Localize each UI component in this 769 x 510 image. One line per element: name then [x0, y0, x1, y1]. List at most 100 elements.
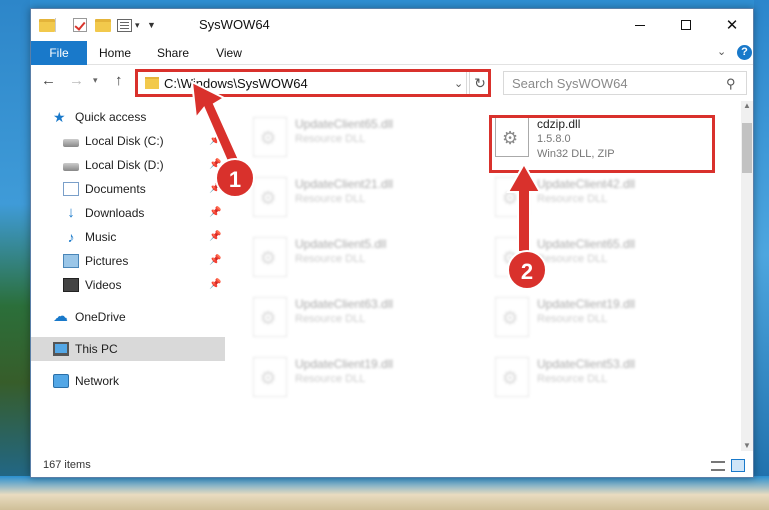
pin-icon[interactable]: 📌: [209, 231, 221, 242]
file-item[interactable]: UpdateClient19.dll Resource DLL: [249, 351, 469, 403]
customize-toolbar-icon[interactable]: [117, 17, 132, 33]
file-item[interactable]: UpdateClient42.dll Resource DLL: [491, 171, 711, 223]
cdzip-highlight: [489, 115, 715, 173]
expand-ribbon-chevron-icon[interactable]: ⌄: [717, 45, 726, 58]
file-item[interactable]: UpdateClient19.dll Resource DLL: [491, 291, 711, 343]
dll-file-icon: [495, 297, 529, 337]
file-item[interactable]: UpdateClient63.dll Resource DLL: [249, 291, 469, 343]
desktop-background-right: [754, 0, 769, 510]
file-name: UpdateClient5.dll: [295, 237, 387, 251]
explorer-window: ▾ ▼ SysWOW64 ✕ File Home Share View ⌄ ? …: [30, 8, 754, 478]
vertical-scrollbar[interactable]: ▲ ▼: [741, 101, 753, 451]
up-arrow-icon[interactable]: ↑: [115, 72, 123, 89]
scroll-thumb[interactable]: [742, 123, 752, 173]
dll-file-icon: [495, 177, 529, 217]
nav-item-label: Videos: [85, 278, 122, 292]
nav-item-onedrive[interactable]: ☁ OneDrive: [31, 305, 225, 329]
item-count: 167 items: [43, 459, 91, 471]
music-note-icon: ♪: [67, 229, 75, 245]
file-type: Resource DLL: [295, 193, 366, 205]
folder-icon: [39, 17, 55, 33]
navigation-pane: ★ Quick access Local Disk (C:) 📌 Local D…: [31, 101, 227, 451]
computer-icon: [53, 342, 69, 356]
file-type: Resource DLL: [295, 373, 366, 385]
search-placeholder: Search SysWOW64: [512, 76, 628, 91]
scroll-down-icon[interactable]: ▼: [743, 441, 751, 450]
forward-arrow-icon[interactable]: →: [69, 72, 84, 89]
title-bar: ▾ ▼ SysWOW64 ✕: [31, 9, 753, 41]
file-name: UpdateClient53.dll: [537, 357, 636, 371]
nav-item-quick-access[interactable]: ★ Quick access: [31, 105, 225, 129]
file-item[interactable]: UpdateClient5.dll Resource DLL: [249, 231, 469, 283]
file-item[interactable]: UpdateClient65.dll Resource DLL: [249, 111, 469, 163]
nav-item-documents[interactable]: Documents 📌: [31, 177, 225, 201]
new-folder-icon[interactable]: [95, 17, 111, 33]
ribbon-tabs: File Home Share View ⌄ ?: [31, 41, 753, 65]
nav-item-label: Downloads: [85, 206, 145, 220]
pictures-icon: [63, 254, 79, 268]
nav-item-label: Quick access: [75, 110, 147, 124]
drive-icon: [63, 138, 79, 147]
file-type: Resource DLL: [537, 373, 608, 385]
close-button[interactable]: ✕: [709, 9, 755, 41]
dll-file-icon: [253, 237, 287, 277]
nav-item-local-disk-c[interactable]: Local Disk (C:) 📌: [31, 129, 225, 153]
pin-icon[interactable]: 📌: [209, 207, 221, 218]
file-name: UpdateClient65.dll: [537, 237, 636, 251]
star-icon: ★: [53, 109, 66, 125]
address-bar-highlight: [135, 69, 491, 97]
nav-item-local-disk-d[interactable]: Local Disk (D:) 📌: [31, 153, 225, 177]
status-bar: 167 items: [31, 455, 753, 477]
tab-file[interactable]: File: [31, 41, 87, 65]
dll-file-icon: [495, 357, 529, 397]
file-type: Resource DLL: [537, 193, 608, 205]
nav-item-pictures[interactable]: Pictures 📌: [31, 249, 225, 273]
film-strip-icon: [63, 278, 79, 292]
tab-view[interactable]: View: [207, 41, 251, 65]
minimize-button[interactable]: [617, 9, 663, 41]
back-arrow-icon[interactable]: ←: [41, 72, 56, 89]
file-type: Resource DLL: [295, 253, 366, 265]
address-row: ← → ▾ ↑ C:\Windows\SysWOW64 ⌄ ↻ Search S…: [31, 65, 753, 101]
search-icon[interactable]: ⚲: [726, 76, 736, 92]
step-1-callout: 1: [215, 158, 255, 198]
maximize-button[interactable]: [663, 9, 709, 41]
file-type: Resource DLL: [537, 313, 608, 325]
tab-home[interactable]: Home: [93, 41, 137, 65]
nav-item-label: Local Disk (C:): [85, 134, 164, 148]
nav-item-this-pc[interactable]: This PC: [31, 337, 225, 361]
properties-check-icon[interactable]: [73, 17, 87, 33]
nav-item-videos[interactable]: Videos 📌: [31, 273, 225, 297]
window-title: SysWOW64: [199, 17, 270, 32]
file-list: UpdateClient65.dll Resource DLL cdzip.dl…: [227, 101, 741, 451]
pin-icon[interactable]: 📌: [209, 135, 221, 146]
tab-share[interactable]: Share: [151, 41, 195, 65]
search-input[interactable]: Search SysWOW64 ⚲: [503, 71, 747, 95]
file-name: UpdateClient19.dll: [537, 297, 636, 311]
network-icon: [53, 374, 69, 388]
nav-item-label: This PC: [75, 342, 118, 356]
large-icons-view-icon[interactable]: [731, 459, 745, 472]
nav-item-music[interactable]: ♪ Music 📌: [31, 225, 225, 249]
file-name: UpdateClient19.dll: [295, 357, 394, 371]
dll-file-icon: [253, 297, 287, 337]
details-view-icon[interactable]: [711, 461, 725, 471]
file-name: UpdateClient65.dll: [295, 117, 394, 131]
nav-item-network[interactable]: Network: [31, 369, 225, 393]
cloud-icon: ☁: [53, 308, 68, 325]
file-item[interactable]: UpdateClient21.dll Resource DLL: [249, 171, 469, 223]
dll-file-icon: [253, 117, 287, 157]
toolbar-divider: [55, 18, 56, 32]
nav-item-downloads[interactable]: ↓ Downloads 📌: [31, 201, 225, 225]
pin-icon[interactable]: 📌: [209, 279, 221, 290]
quick-access-dropdown-icon[interactable]: ▾: [135, 17, 140, 33]
recent-locations-dropdown-icon[interactable]: ▾: [93, 75, 98, 86]
file-name: UpdateClient42.dll: [537, 177, 636, 191]
file-item[interactable]: UpdateClient53.dll Resource DLL: [491, 351, 711, 403]
nav-item-label: Music: [85, 230, 117, 244]
scroll-up-icon[interactable]: ▲: [743, 101, 751, 110]
help-icon[interactable]: ?: [737, 45, 752, 60]
pin-icon[interactable]: 📌: [209, 255, 221, 266]
quick-access-chevron-icon[interactable]: ▼: [147, 17, 156, 33]
step-2-callout: 2: [507, 250, 547, 290]
